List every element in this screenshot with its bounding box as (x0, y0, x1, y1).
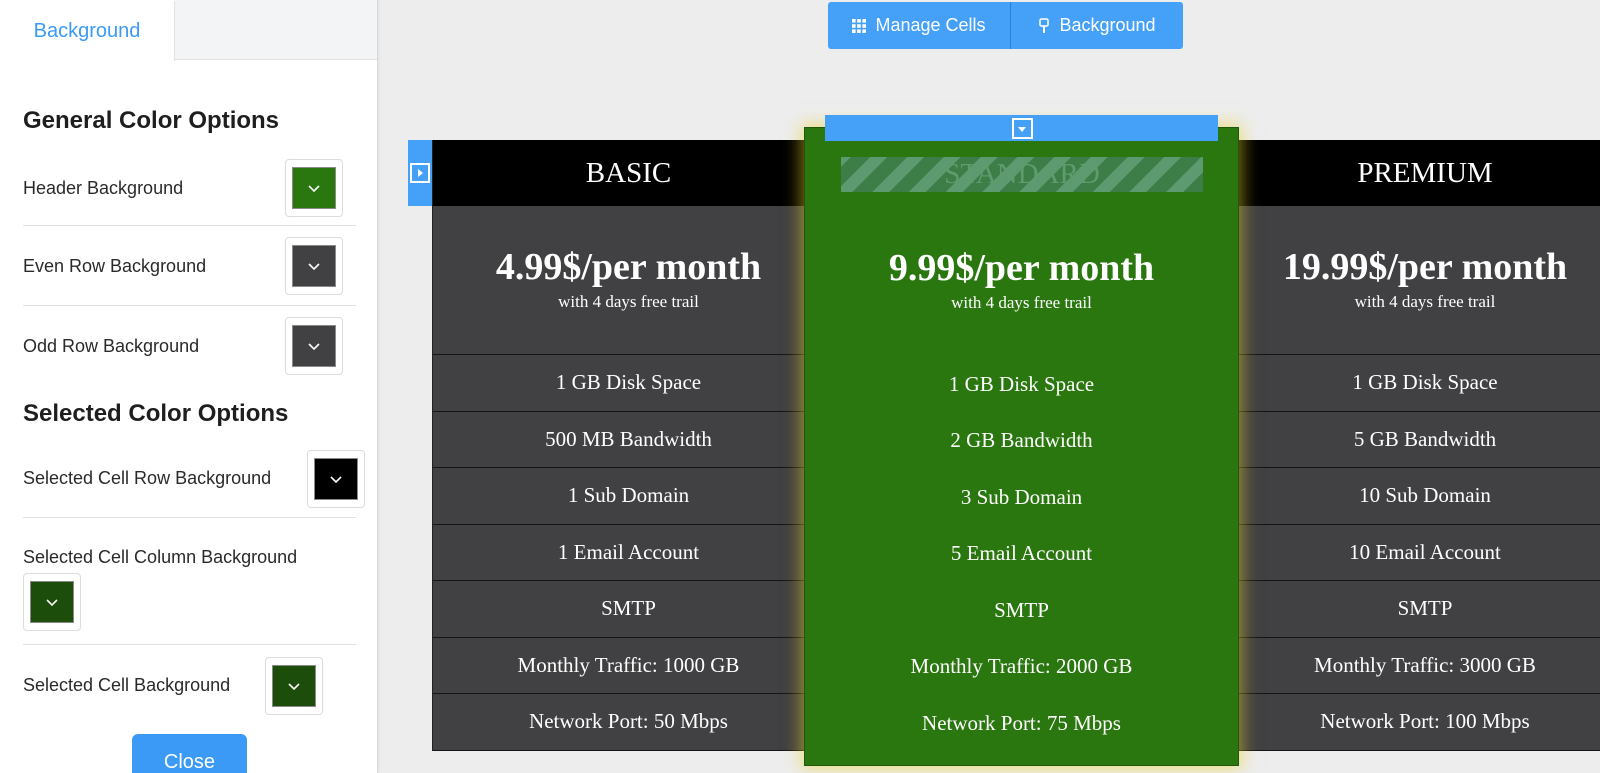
option-label: Selected Cell Row Background (23, 468, 272, 488)
price-cell[interactable]: 4.99$/per month with 4 days free trail (433, 206, 824, 355)
option-label: Header Background (23, 178, 184, 198)
background-settings-panel: Background General Color Options Header … (0, 0, 378, 773)
color-swatch (292, 325, 336, 367)
free-trial-text: with 4 days free trail (558, 292, 699, 311)
selected-cell-column-background-color-picker[interactable] (23, 573, 81, 631)
option-label: Selected Cell Background (23, 675, 231, 695)
free-trial-text: with 4 days free trail (951, 293, 1092, 312)
feature-cell[interactable]: 500 MB Bandwidth (433, 411, 824, 468)
column-standard-selected[interactable]: STANDARD 9.99$/per month with 4 days fre… (804, 115, 1239, 766)
free-trial-text: with 4 days free trail (1354, 292, 1496, 311)
option-label: Selected Cell Column Background (23, 547, 298, 567)
option-label: Even Row Background (23, 256, 207, 276)
grid-icon (852, 18, 867, 33)
even-row-background-color-picker[interactable] (285, 237, 343, 295)
price-cell[interactable]: 19.99$/per month with 4 days free trail (1235, 206, 1600, 355)
selected-cell-row-background-color-picker[interactable] (307, 450, 365, 508)
feature-cell[interactable]: 1 Email Account (433, 524, 824, 581)
column-body: 9.99$/per month with 4 days free trail 1… (805, 207, 1238, 752)
color-swatch (30, 581, 74, 623)
option-label: Odd Row Background (23, 336, 200, 356)
general-color-options-title: General Color Options (23, 107, 280, 134)
feature-cell[interactable]: 2 GB Bandwidth (805, 413, 1238, 470)
option-header-background: Header Background (23, 150, 356, 226)
column-header[interactable]: BASIC (433, 140, 824, 206)
chevron-down-icon (308, 185, 320, 193)
feature-cell[interactable]: Monthly Traffic: 3000 GB (1235, 637, 1600, 694)
chevron-down-icon (288, 683, 300, 691)
row-handle-arrow[interactable] (410, 163, 430, 183)
feature-cell[interactable]: 5 Email Account (805, 526, 1238, 583)
column-premium[interactable]: PREMIUM 19.99$/per month with 4 days fre… (1235, 140, 1600, 751)
panel-tabs: Background (0, 0, 377, 61)
feature-cell[interactable]: 1 Sub Domain (433, 468, 824, 525)
feature-cell[interactable]: Monthly Traffic: 1000 GB (433, 637, 824, 694)
odd-row-background-color-picker[interactable] (285, 317, 343, 375)
feature-cell[interactable]: SMTP (1235, 581, 1600, 638)
feature-cell[interactable]: Network Port: 75 Mbps (805, 695, 1238, 752)
price-value: 9.99$/per month (888, 247, 1155, 289)
chevron-down-icon (308, 263, 320, 271)
feature-cell[interactable]: 5 GB Bandwidth (1235, 411, 1600, 468)
option-selected-cell-background: Selected Cell Background (23, 645, 356, 721)
background-label: Background (1059, 15, 1156, 35)
manage-cells-button[interactable]: Manage Cells (828, 2, 1011, 49)
feature-cell[interactable]: 10 Sub Domain (1235, 468, 1600, 525)
feature-cell[interactable]: 3 Sub Domain (805, 469, 1238, 526)
column-header[interactable]: PREMIUM (1235, 140, 1600, 206)
chevron-down-icon (46, 599, 58, 607)
price-cell[interactable]: 9.99$/per month with 4 days free trail (805, 207, 1238, 356)
option-even-row-background: Even Row Background (23, 226, 356, 306)
tab-bar-empty (175, 0, 377, 59)
caret-down-icon (1018, 126, 1026, 132)
header-background-color-picker[interactable] (285, 159, 343, 217)
option-selected-cell-column-background: Selected Cell Column Background (23, 518, 356, 645)
feature-cell[interactable]: Monthly Traffic: 2000 GB (805, 639, 1238, 696)
column-header-selected-cell[interactable]: STANDARD (841, 157, 1203, 192)
feature-cell[interactable]: SMTP (433, 581, 824, 638)
feature-cell[interactable]: Network Port: 50 Mbps (433, 694, 824, 751)
table-toolbar: Manage Cells Background (828, 2, 1183, 49)
price-value: 19.99$/per month (1282, 246, 1568, 288)
color-swatch (272, 665, 316, 707)
chevron-down-icon (330, 476, 342, 484)
paint-brush-icon (1039, 17, 1050, 33)
feature-cell[interactable]: Network Port: 100 Mbps (1235, 694, 1600, 751)
column-select-handle[interactable] (825, 115, 1218, 141)
row-select-handle[interactable] (408, 140, 432, 206)
column-basic[interactable]: BASIC 4.99$/per month with 4 days free t… (432, 140, 824, 751)
selected-cell-background-color-picker[interactable] (265, 657, 323, 715)
chevron-down-icon (308, 343, 320, 351)
color-swatch (314, 458, 358, 500)
manage-cells-label: Manage Cells (875, 15, 986, 35)
color-swatch (292, 167, 336, 209)
option-selected-cell-row-background: Selected Cell Row Background (23, 440, 365, 518)
feature-cell[interactable]: 1 GB Disk Space (1235, 355, 1600, 412)
column-handle-arrow[interactable] (1011, 118, 1033, 139)
feature-cell[interactable]: 1 GB Disk Space (805, 356, 1238, 413)
price-value: 4.99$/per month (495, 246, 762, 288)
option-odd-row-background: Odd Row Background (23, 306, 356, 382)
close-button[interactable]: Close (132, 734, 247, 773)
tab-background[interactable]: Background (0, 1, 175, 61)
feature-cell[interactable]: 1 GB Disk Space (433, 355, 824, 412)
feature-cell[interactable]: SMTP (805, 582, 1238, 639)
background-button[interactable]: Background (1011, 2, 1183, 49)
color-swatch (292, 245, 336, 287)
caret-right-icon (418, 169, 423, 177)
selected-color-options-title: Selected Color Options (23, 400, 289, 427)
feature-cell[interactable]: 10 Email Account (1235, 524, 1600, 581)
